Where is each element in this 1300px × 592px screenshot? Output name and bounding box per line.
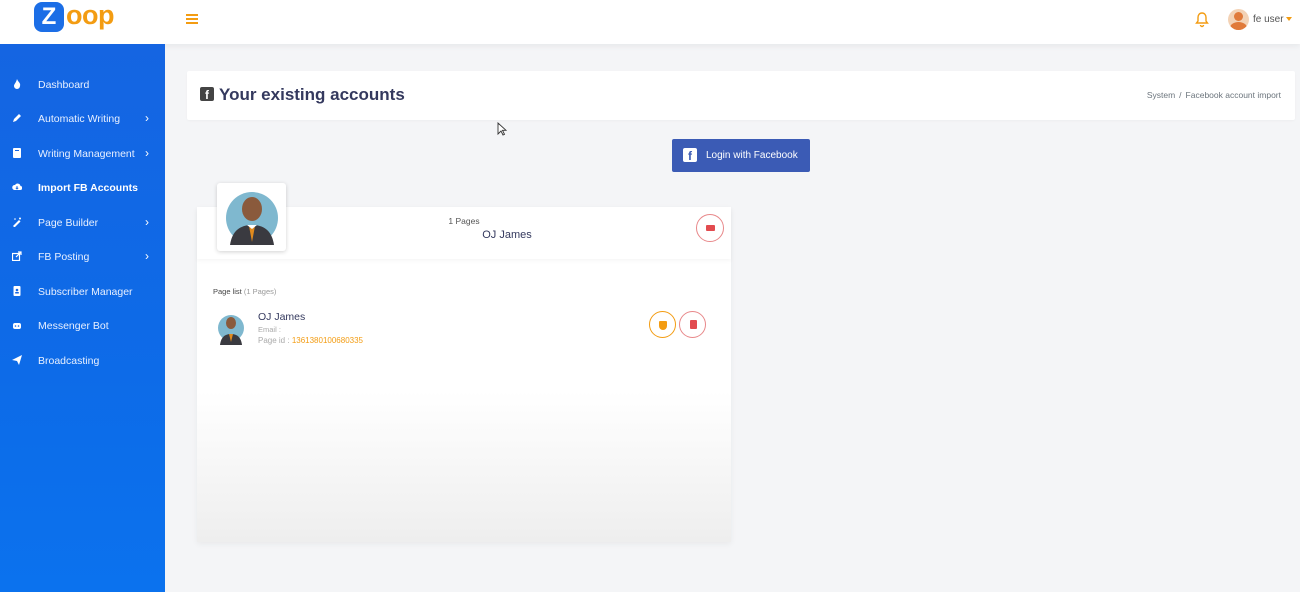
- sidebar-item-broadcasting[interactable]: Broadcasting: [0, 344, 165, 378]
- page-list-title: Page list: [213, 287, 242, 296]
- robot-icon: [13, 323, 21, 329]
- sidebar-item-subscriber-manager[interactable]: Subscriber Manager: [0, 275, 165, 309]
- enable-bot-button[interactable]: [649, 311, 676, 338]
- sidebar-item-label: Import FB Accounts: [38, 182, 138, 194]
- facebook-icon: f: [683, 148, 697, 163]
- facebook-icon: f: [200, 87, 214, 102]
- account-name: OJ James: [482, 229, 532, 241]
- sidebar-item-label: Writing Management: [38, 148, 135, 160]
- sidebar-item-label: Subscriber Manager: [38, 286, 133, 298]
- mouse-cursor-icon: [497, 122, 507, 136]
- logo-mark: Z: [34, 2, 64, 32]
- sidebar-item-label: Automatic Writing: [38, 113, 121, 125]
- sidebar-item-label: Page Builder: [38, 217, 99, 229]
- magic-wand-icon: [13, 217, 21, 227]
- delete-page-button[interactable]: [679, 311, 706, 338]
- sidebar-item-page-builder[interactable]: Page Builder ›: [0, 206, 165, 240]
- page-list-count: (1 Pages): [243, 287, 277, 296]
- page-email: Email :: [258, 325, 281, 334]
- address-book-icon: [13, 286, 21, 296]
- fire-icon: [14, 79, 21, 89]
- chevron-right-icon: ›: [145, 111, 149, 125]
- share-icon: [12, 251, 22, 261]
- user-avatar[interactable]: [1228, 9, 1249, 30]
- page-list-label: Page list (1 Pages): [213, 287, 276, 296]
- paper-plane-icon: [12, 355, 22, 365]
- bell-icon[interactable]: [1195, 12, 1209, 28]
- sidebar-item-label: FB Posting: [38, 251, 90, 263]
- breadcrumb-separator: /: [1179, 90, 1182, 100]
- breadcrumb-item-system[interactable]: System: [1147, 90, 1175, 100]
- sidebar-item-automatic-writing[interactable]: Automatic Writing ›: [0, 102, 165, 136]
- section-header: f Your existing accounts System / Facebook…: [187, 71, 1295, 120]
- brand-logo[interactable]: Z oop: [0, 0, 165, 44]
- sidebar-item-label: Dashboard: [38, 79, 90, 91]
- shield-icon: [659, 321, 667, 330]
- chevron-down-icon[interactable]: [1286, 17, 1292, 21]
- sidebar-item-messenger-bot[interactable]: Messenger Bot: [0, 309, 165, 343]
- logo-text-rest: oop: [66, 0, 114, 30]
- login-button-label: Login with Facebook: [706, 150, 798, 161]
- breadcrumb: System / Facebook account import: [1147, 90, 1281, 100]
- top-bar: Z oop fe user: [0, 0, 1300, 44]
- sidebar-item-label: Messenger Bot: [38, 320, 109, 332]
- page-name[interactable]: OJ James: [258, 311, 305, 323]
- cloud-download-icon: [12, 183, 22, 191]
- page-id-label: Page id :: [258, 336, 290, 345]
- logo-text: oop: [66, 0, 114, 31]
- sidebar-item-import-fb-accounts[interactable]: Import FB Accounts: [0, 171, 165, 205]
- sidebar-item-dashboard[interactable]: Dashboard: [0, 68, 165, 102]
- book-icon: [13, 148, 21, 158]
- sidebar-item-writing-management[interactable]: Writing Management ›: [0, 137, 165, 171]
- sidebar-item-label: Broadcasting: [38, 355, 100, 367]
- chevron-right-icon: ›: [145, 249, 149, 263]
- menu-toggle-icon[interactable]: [186, 14, 198, 24]
- user-name[interactable]: fe user: [1253, 14, 1284, 25]
- account-avatar-image: [226, 192, 278, 245]
- chevron-right-icon: ›: [145, 146, 149, 160]
- breadcrumb-item-current: Facebook account import: [1185, 90, 1281, 100]
- trash-icon: [706, 225, 715, 231]
- chevron-right-icon: ›: [145, 215, 149, 229]
- login-with-facebook-button[interactable]: f Login with Facebook: [672, 139, 810, 172]
- delete-account-button[interactable]: [696, 214, 724, 242]
- page-id-value: 1361380100680335: [291, 336, 363, 345]
- page-id: Page id : 1361380100680335: [258, 336, 363, 345]
- page-avatar: [217, 311, 245, 345]
- account-avatar: [217, 183, 286, 251]
- sidebar-item-fb-posting[interactable]: FB Posting ›: [0, 240, 165, 274]
- page-title: Your existing accounts: [219, 85, 405, 104]
- pencil-icon: [13, 114, 21, 122]
- sidebar: Dashboard Automatic Writing › Writing Ma…: [0, 44, 165, 592]
- trash-icon: [690, 320, 697, 329]
- account-card: 1 Pages OJ James Page list (1 Pages) OJ …: [197, 207, 731, 542]
